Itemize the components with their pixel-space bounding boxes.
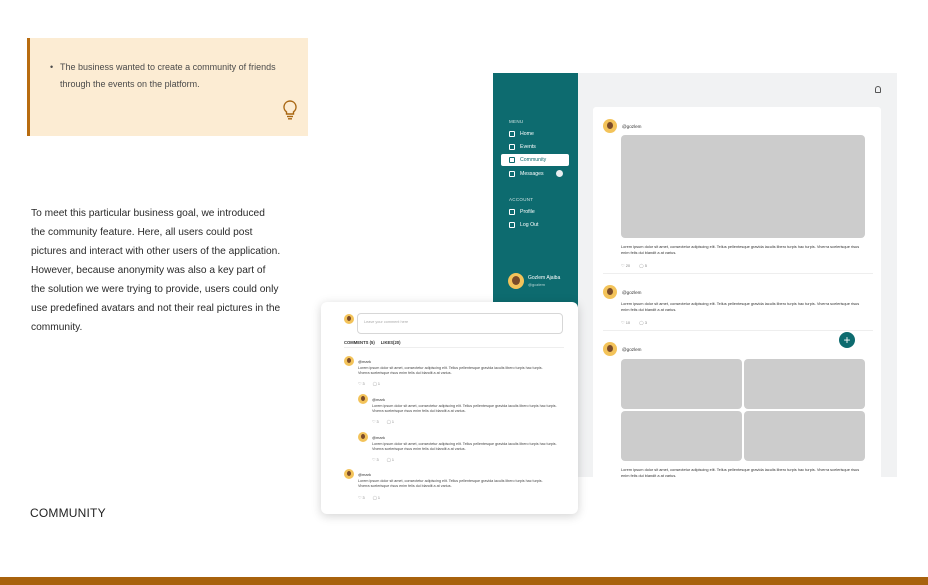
sidebar-item-home[interactable]: Home (501, 128, 569, 140)
post-handle: @gozlem (622, 123, 642, 129)
note-box: The business wanted to create a communit… (27, 38, 308, 136)
sidebar-user[interactable]: Gozlem Ajaiba @gozlem (508, 273, 560, 289)
post-header[interactable]: @gozlem (603, 342, 641, 356)
avatar (358, 432, 368, 442)
like-button[interactable]: ♡ 20 (621, 263, 630, 268)
users-icon (509, 157, 515, 163)
reply-button[interactable]: ◯ 1 (387, 457, 394, 462)
lightbulb-icon (283, 100, 297, 120)
gift-icon (509, 144, 515, 150)
comment-handle: @mark (372, 434, 385, 440)
home-icon (509, 131, 515, 137)
sidebar-item-community[interactable]: Community (501, 154, 569, 166)
like-button[interactable]: ♡ 3 (358, 381, 365, 386)
sidebar-item-profile[interactable]: Profile (501, 206, 569, 218)
comment-text: Lorem ipsum dolor sit amet, consectetur … (358, 479, 543, 488)
avatar (358, 394, 368, 404)
avatar (344, 469, 354, 479)
comment-button[interactable]: ◯ 5 (639, 263, 647, 268)
divider (344, 347, 564, 348)
bell-icon[interactable] (875, 86, 881, 93)
comments-card: Leave your comment here COMMENTS (5) LIK… (321, 302, 578, 514)
post-actions: ♡ 20 ◯ 5 (621, 263, 647, 268)
logout-icon (509, 222, 515, 228)
post-actions: ♡ 10 ◯ 3 (621, 320, 647, 325)
bottom-bar (0, 577, 928, 585)
community-feed: @gozlem Lorem ipsum dolor sit amet, cons… (593, 107, 881, 477)
avatar (603, 342, 617, 356)
section-title: COMMUNITY (30, 506, 106, 520)
like-button[interactable]: ♡ 3 (358, 495, 365, 500)
post-handle: @gozlem (622, 289, 642, 295)
sidebar-item-label: Log Out (520, 222, 539, 228)
post-header[interactable]: @gozlem (603, 119, 641, 133)
comment-header[interactable]: @mark (358, 432, 385, 442)
comment-input[interactable]: Leave your comment here (357, 313, 563, 334)
plus-icon: + (843, 333, 851, 347)
reply-button[interactable]: ◯ 1 (373, 495, 380, 500)
comment-text: Lorem ipsum dolor sit amet, consectetur … (372, 442, 557, 451)
sidebar-item-label: Profile (520, 209, 535, 215)
comment-handle: @mark (358, 471, 371, 477)
add-post-button[interactable]: + (839, 332, 855, 348)
divider (603, 273, 873, 274)
sidebar-item-logout[interactable]: Log Out (501, 219, 569, 231)
like-button[interactable]: ♡ 10 (621, 320, 630, 325)
post-handle: @gozlem (622, 346, 642, 352)
messages-badge (556, 170, 563, 177)
divider (603, 330, 873, 331)
mail-icon (509, 171, 515, 177)
note-bullet: The business wanted to create a communit… (50, 59, 290, 93)
avatar (603, 119, 617, 133)
comment-actions: ♡ 3 ◯ 1 (372, 419, 394, 424)
reply-button[interactable]: ◯ 1 (387, 419, 394, 424)
comment-actions: ♡ 3 ◯ 1 (358, 495, 380, 500)
post-text: Lorem ipsum dolor sit amet, consectetur … (621, 467, 860, 477)
account-heading: ACCOUNT (509, 197, 534, 202)
sidebar-item-label: Events (520, 144, 536, 150)
sidebar-item-messages[interactable]: Messages (501, 168, 569, 180)
user-name: Gozlem Ajaiba (528, 275, 561, 281)
post-image[interactable] (621, 359, 742, 409)
comment-handle: @mark (358, 358, 371, 364)
comment-header[interactable]: @mark (358, 394, 385, 404)
post-image[interactable] (744, 411, 865, 461)
post-image[interactable] (744, 359, 865, 409)
sidebar-item-events[interactable]: Events (501, 141, 569, 153)
comment-actions: ♡ 3 ◯ 1 (358, 381, 380, 386)
comment-actions: ♡ 3 ◯ 1 (372, 457, 394, 462)
comment-handle: @mark (372, 396, 385, 402)
comment-text: Lorem ipsum dolor sit amet, consectetur … (372, 404, 557, 413)
post-text: Lorem ipsum dolor sit amet, consectetur … (621, 301, 860, 312)
like-button[interactable]: ♡ 3 (372, 457, 379, 462)
post-header[interactable]: @gozlem (603, 285, 641, 299)
comment-text: Lorem ipsum dolor sit amet, consectetur … (358, 366, 543, 375)
reply-button[interactable]: ◯ 1 (373, 381, 380, 386)
user-icon (509, 209, 515, 215)
post-text: Lorem ipsum dolor sit amet, consectetur … (621, 244, 860, 255)
sidebar-item-label: Messages (520, 171, 544, 177)
body-paragraph: To meet this particular business goal, w… (31, 208, 281, 333)
comment-header[interactable]: @mark (344, 356, 371, 366)
avatar (344, 314, 354, 324)
avatar (344, 356, 354, 366)
avatar (508, 273, 524, 289)
sidebar-item-label: Home (520, 131, 534, 137)
menu-heading: MENU (509, 119, 524, 124)
user-handle: @gozlem (528, 282, 545, 287)
post-image[interactable] (621, 411, 742, 461)
like-button[interactable]: ♡ 3 (372, 419, 379, 424)
comment-header[interactable]: @mark (344, 469, 371, 479)
comment-button[interactable]: ◯ 3 (639, 320, 647, 325)
post-image[interactable] (621, 135, 865, 238)
avatar (603, 285, 617, 299)
sidebar-item-label: Community (520, 157, 547, 163)
